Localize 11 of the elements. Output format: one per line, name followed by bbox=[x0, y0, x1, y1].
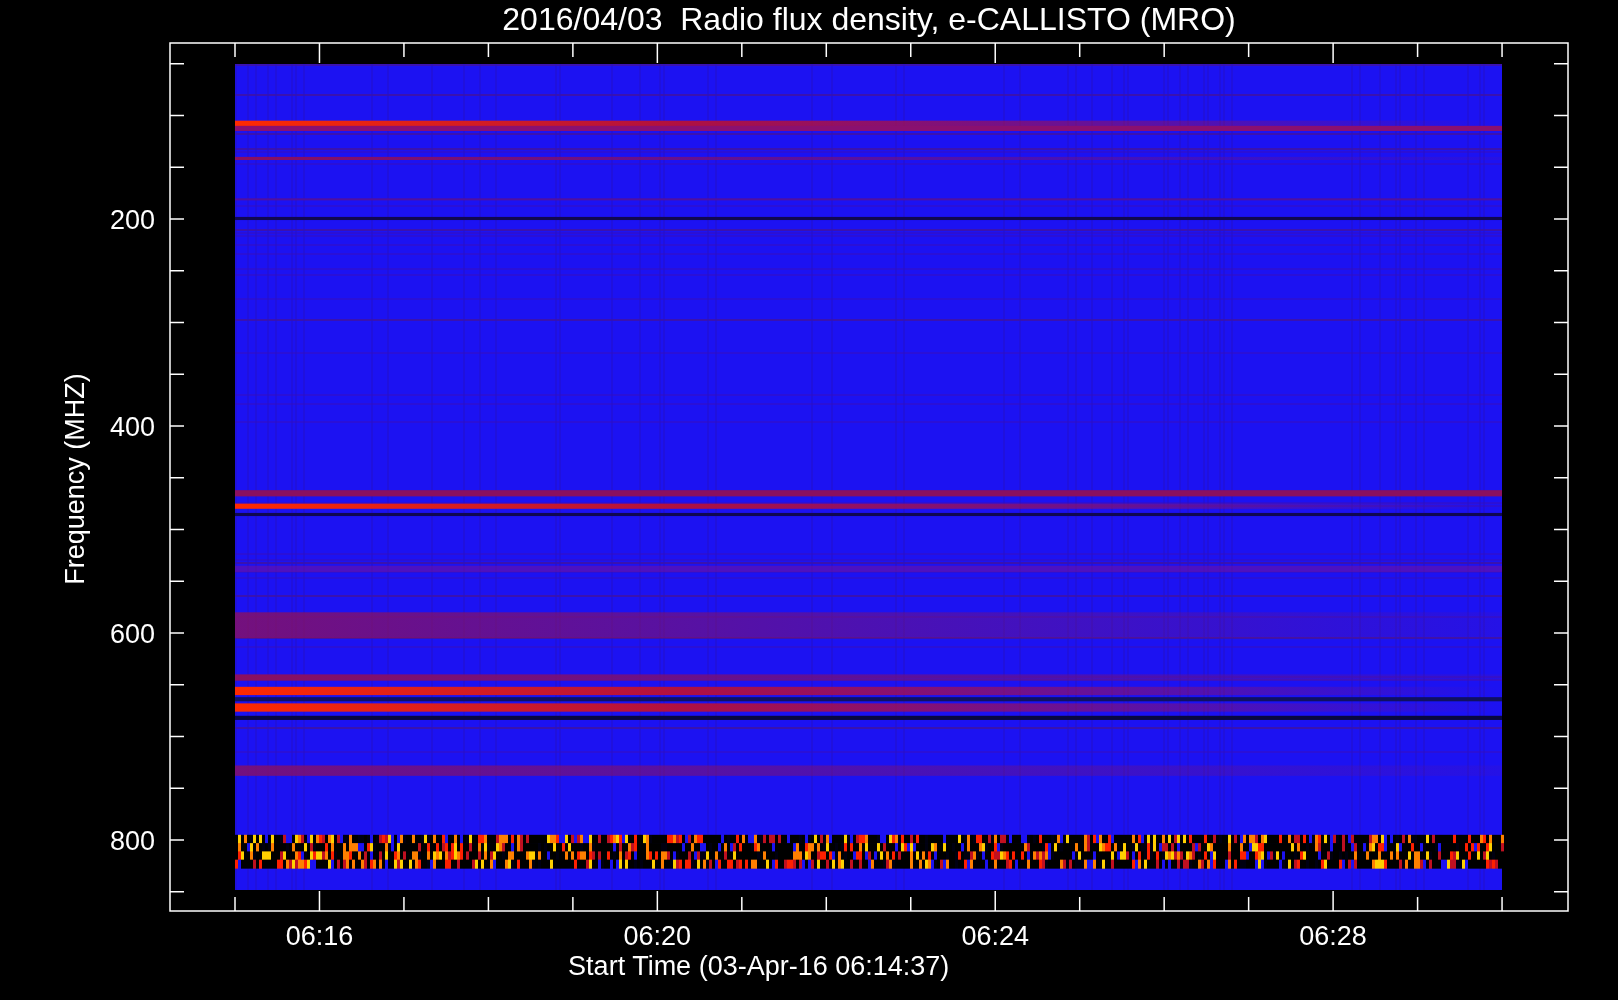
tick-label: 06:24 bbox=[961, 921, 1029, 951]
tick-label: 06:20 bbox=[623, 921, 692, 951]
tick-label: 06:28 bbox=[1299, 921, 1367, 951]
tick-label: 600 bbox=[109, 619, 155, 649]
tick-label: 200 bbox=[109, 205, 155, 235]
tick-label: 400 bbox=[109, 412, 155, 442]
x-axis-label: Start Time (03-Apr-16 06:14:37) bbox=[568, 951, 950, 981]
tick-label: 06:16 bbox=[285, 921, 354, 951]
y-axis-label: Frequency (MHZ) bbox=[60, 373, 90, 585]
tick-label: 800 bbox=[109, 826, 155, 856]
plot-title: 2016/04/03 Radio flux density, e-CALLISTO (MRO) bbox=[502, 1, 1236, 37]
